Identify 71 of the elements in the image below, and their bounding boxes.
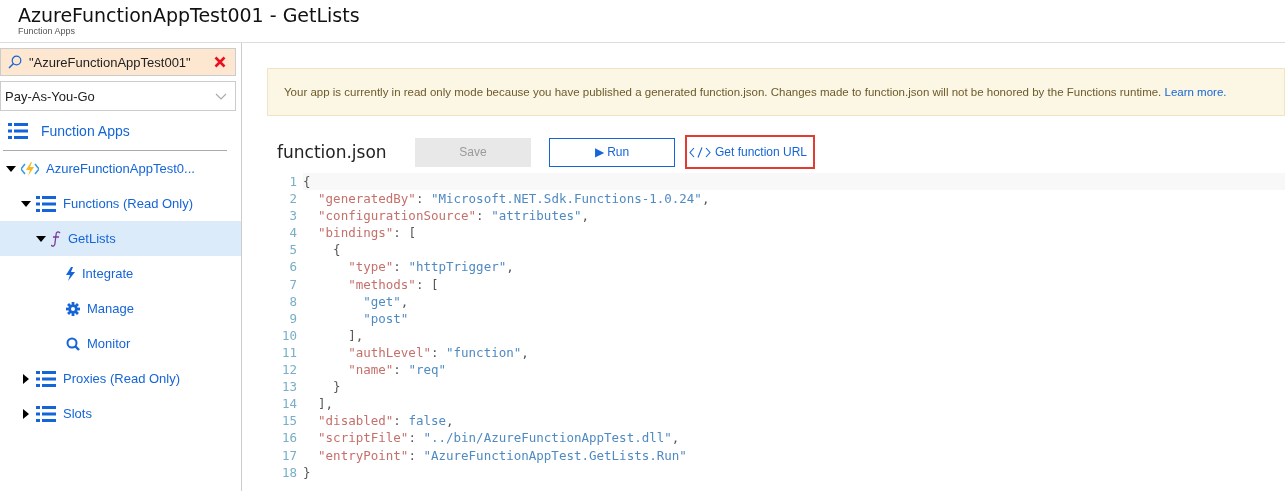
code-line: "entryPoint": "AzureFunctionAppTest.GetLists.Run" bbox=[317, 446, 688, 464]
tree-item[interactable]: Monitor bbox=[0, 326, 241, 361]
search-icon bbox=[66, 336, 80, 351]
chevron-down-icon bbox=[215, 92, 227, 100]
code-line: "bindings": [ bbox=[317, 224, 417, 242]
tree-item[interactable]: Functions (Read Only) bbox=[0, 186, 241, 221]
line-number: 18 bbox=[280, 463, 298, 481]
learn-more-link[interactable]: Learn more. bbox=[1164, 86, 1227, 98]
tree-item[interactable]: Proxies (Read Only) bbox=[0, 361, 241, 396]
subscription-dropdown[interactable]: Pay-As-You-Go bbox=[0, 81, 236, 111]
code-line: "authLevel": "function", bbox=[347, 343, 530, 362]
line-number: 13 bbox=[280, 378, 298, 396]
file-name: function.json bbox=[276, 142, 388, 162]
code-line: { bbox=[332, 241, 342, 259]
line-number: 8 bbox=[288, 292, 298, 310]
caret-down-icon[interactable] bbox=[36, 233, 46, 244]
line-number: 4 bbox=[288, 224, 298, 242]
line-number: 7 bbox=[288, 275, 298, 293]
tree-item[interactable]: Integrate bbox=[0, 256, 241, 291]
code-icon bbox=[689, 146, 711, 158]
line-number: 17 bbox=[280, 446, 298, 464]
caret-down-icon[interactable] bbox=[21, 198, 31, 209]
get-function-url-link[interactable]: Get function URL bbox=[685, 135, 816, 169]
line-number: 10 bbox=[280, 326, 298, 344]
code-line: "generatedBy": "Microsoft.NET.Sdk.Functions-1.0.24", bbox=[317, 190, 711, 208]
tree-item[interactable]: Slots bbox=[0, 396, 241, 431]
line-number: 12 bbox=[280, 361, 298, 379]
lightning-icon bbox=[66, 266, 75, 281]
line-number: 9 bbox=[288, 309, 298, 327]
code-line: "methods": [ bbox=[347, 275, 440, 293]
nav-item[interactable]: Function Apps bbox=[0, 114, 241, 148]
line-number: 11 bbox=[280, 343, 298, 362]
caret-right-icon[interactable] bbox=[21, 373, 31, 384]
code-line: "name": "req" bbox=[347, 361, 447, 379]
code-line: "scriptFile": "../bin/AzureFunctionAppTest.dll", bbox=[317, 429, 681, 447]
run-button[interactable]: ▶ Run bbox=[549, 137, 675, 167]
line-number: 15 bbox=[280, 412, 298, 430]
gear-icon bbox=[66, 301, 80, 316]
tree-item[interactable]: Manage bbox=[0, 291, 241, 326]
list-icon bbox=[36, 195, 56, 212]
code-line: "disabled": false, bbox=[317, 412, 455, 430]
code-line: "post" bbox=[362, 309, 410, 327]
code-line: ], bbox=[347, 326, 365, 344]
line-number: 1 bbox=[288, 173, 298, 191]
tree-item[interactable]: GetLists bbox=[0, 221, 241, 256]
line-number: 14 bbox=[280, 395, 298, 413]
search-field[interactable]: "AzureFunctionAppTest001" bbox=[0, 48, 236, 76]
page-subtitle: Function Apps bbox=[18, 26, 76, 36]
line-number: 5 bbox=[288, 241, 298, 259]
tree-item[interactable]: AzureFunctionAppTest0... bbox=[0, 151, 241, 186]
line-number: 16 bbox=[280, 429, 298, 447]
close-icon[interactable] bbox=[214, 56, 226, 68]
code-line: "get", bbox=[362, 292, 410, 310]
caret-right-icon[interactable] bbox=[21, 408, 31, 419]
code-line: } bbox=[332, 378, 342, 396]
function-icon bbox=[51, 230, 61, 247]
code-line: "type": "httpTrigger", bbox=[347, 258, 515, 276]
page-title: AzureFunctionAppTest001 - GetLists bbox=[18, 3, 361, 26]
code-line: "configurationSource": "attributes", bbox=[317, 207, 590, 225]
line-number: 3 bbox=[288, 207, 298, 225]
code-line: ], bbox=[317, 395, 335, 413]
code-line: } bbox=[303, 463, 312, 481]
search-icon bbox=[8, 55, 22, 69]
list-icon bbox=[36, 405, 56, 422]
caret-down-icon[interactable] bbox=[6, 163, 16, 174]
notice-text: Your app is currently in read only mode because you have published a generated function.json. Changes made to function.json will not be honored by the Functions runtime. Learn more. bbox=[284, 86, 1227, 98]
line-number: 6 bbox=[288, 258, 298, 276]
list-icon bbox=[8, 123, 28, 139]
line-number: 2 bbox=[288, 190, 298, 208]
lightning-code-icon bbox=[21, 161, 39, 176]
list-icon bbox=[36, 370, 56, 387]
